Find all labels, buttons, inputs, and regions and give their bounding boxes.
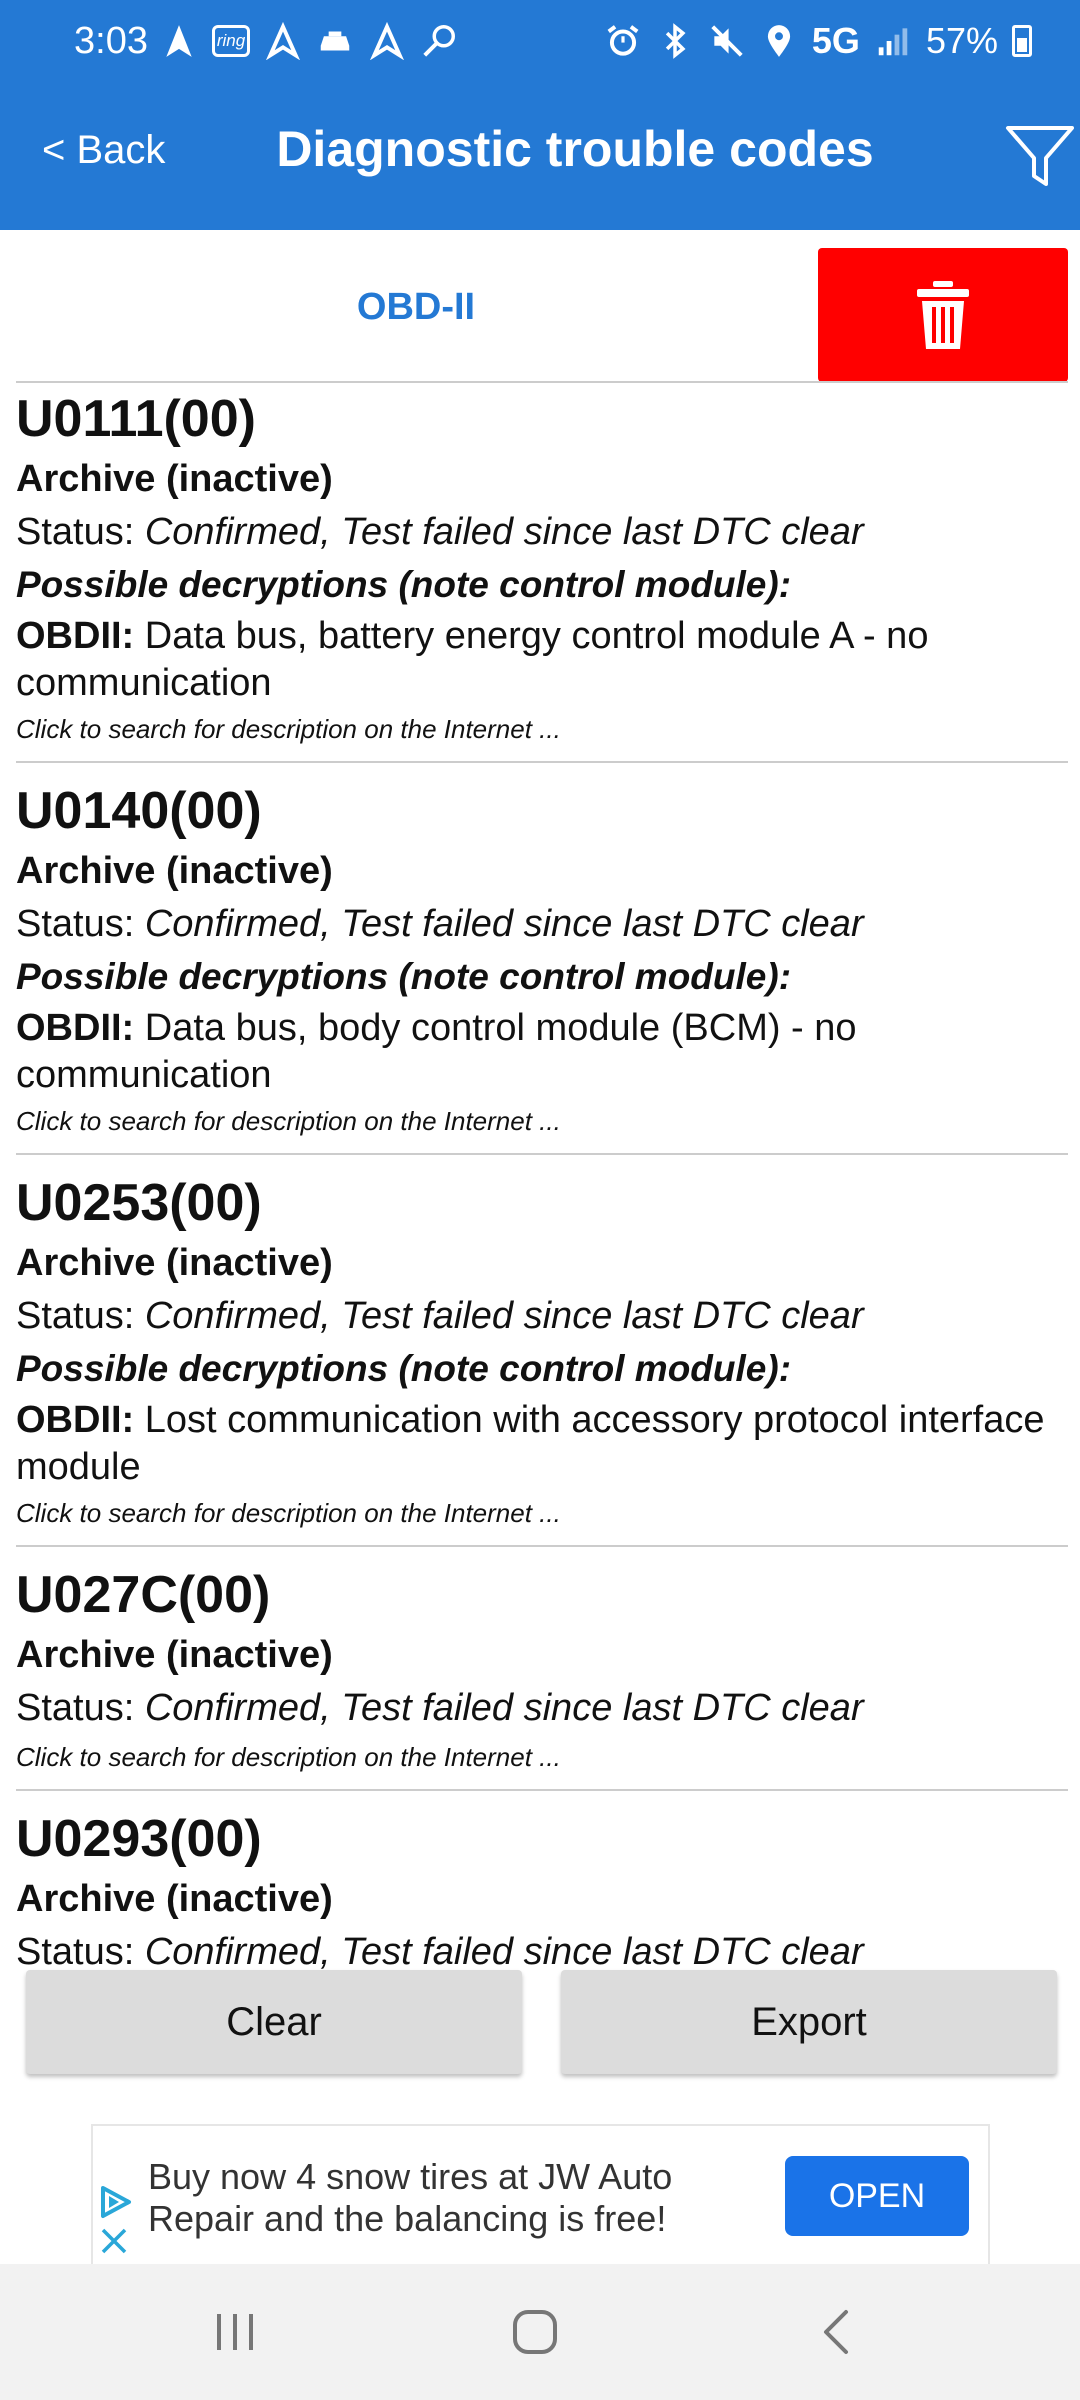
- navigation-arrow-outline-icon: [266, 22, 300, 60]
- search-internet-link[interactable]: Click to search for description on the I…: [16, 1737, 1068, 1777]
- status-label: Status:: [16, 511, 145, 553]
- delete-button[interactable]: [818, 248, 1068, 382]
- dtc-description: OBDII: Data bus, body control module (BC…: [16, 1005, 1068, 1099]
- search-internet-link[interactable]: Click to search for description on the I…: [16, 1101, 1068, 1141]
- desc-prefix: OBDII:: [16, 1007, 135, 1049]
- dtc-status: Status: Confirmed, Test failed since las…: [16, 1289, 1068, 1343]
- status-value: Confirmed, Test failed since last DTC cl…: [144, 1687, 864, 1729]
- dtc-item[interactable]: U0111(00) Archive (inactive) Status: Con…: [16, 385, 1068, 763]
- dtc-code: U0111(00): [16, 390, 256, 448]
- possible-decryptions-label: Possible decryptions (note control modul…: [16, 1348, 792, 1389]
- dtc-item[interactable]: U0140(00) Archive (inactive) Status: Con…: [16, 777, 1068, 1155]
- tab-row: OBD-II: [0, 230, 1080, 382]
- possible-decryptions-label: Possible decryptions (note control modul…: [16, 956, 792, 997]
- status-time: 3:03: [74, 20, 148, 62]
- system-icons: 5G 57%: [604, 20, 1032, 62]
- dtc-list: U0111(00) Archive (inactive) Status: Con…: [16, 385, 1068, 1991]
- status-label: Status:: [16, 903, 145, 945]
- search-internet-link[interactable]: Click to search for description on the I…: [16, 709, 1068, 749]
- status-label: Status:: [16, 1687, 145, 1729]
- desc-prefix: OBDII:: [16, 1399, 135, 1441]
- clear-button[interactable]: Clear: [26, 1970, 522, 2074]
- mute-icon: [711, 25, 743, 57]
- dtc-code: U0140(00): [16, 782, 262, 840]
- ring-app-label: ring: [216, 31, 246, 50]
- filter-icon[interactable]: [1000, 118, 1080, 190]
- dtc-item[interactable]: U0253(00) Archive (inactive) Status: Con…: [16, 1169, 1068, 1547]
- network-type: 5G: [811, 20, 860, 61]
- possible-decryptions-label: Possible decryptions (note control modul…: [16, 564, 792, 605]
- status-label: Status:: [16, 1931, 145, 1973]
- dtc-item[interactable]: U0293(00) Archive (inactive) Status: Con…: [16, 1805, 1068, 1991]
- status-value: Confirmed, Test failed since last DTC cl…: [144, 511, 864, 553]
- ad-open-button[interactable]: OPEN: [785, 2156, 969, 2236]
- dtc-state: Archive (inactive): [16, 1634, 333, 1676]
- home-icon[interactable]: [505, 2304, 565, 2360]
- navigation-arrow-outline-icon-2: [370, 22, 404, 60]
- dtc-state: Archive (inactive): [16, 458, 333, 500]
- ad-text[interactable]: Buy now 4 snow tires at JW Auto Repair a…: [148, 2156, 748, 2240]
- status-label: Status:: [16, 1295, 145, 1337]
- navigation-arrow-icon: [166, 25, 192, 57]
- desc-text: Data bus, battery energy control module …: [16, 615, 929, 704]
- bluetooth-icon: [665, 23, 686, 59]
- ad-banner[interactable]: Buy now 4 snow tires at JW Auto Repair a…: [91, 2124, 990, 2264]
- tab-obd-ii[interactable]: OBD-II: [16, 230, 816, 382]
- notification-icons: ring: [160, 22, 458, 60]
- location-icon: [767, 25, 790, 57]
- desc-prefix: OBDII:: [16, 615, 135, 657]
- recent-apps-icon[interactable]: [205, 2304, 265, 2360]
- status-bar: 3:03 ring 5G 57%: [0, 0, 1080, 90]
- export-button[interactable]: Export: [561, 1970, 1057, 2074]
- dtc-code: U027C(00): [16, 1566, 271, 1624]
- signal-icon: [878, 28, 908, 56]
- dtc-status: Status: Confirmed, Test failed since las…: [16, 1681, 1068, 1735]
- close-icon[interactable]: [99, 2226, 129, 2256]
- battery-percent: 57%: [925, 20, 998, 61]
- trash-icon: [917, 281, 969, 349]
- alarm-icon: [607, 25, 639, 56]
- back-nav-icon[interactable]: [808, 2304, 868, 2360]
- page-title: Diagnostic trouble codes: [276, 121, 874, 177]
- search-icon: [423, 25, 455, 57]
- dtc-status: Status: Confirmed, Test failed since las…: [16, 897, 1068, 951]
- dtc-description: OBDII: Lost communication with accessory…: [16, 1397, 1068, 1491]
- status-value: Confirmed, Test failed since last DTC cl…: [144, 1931, 864, 1973]
- dtc-state: Archive (inactive): [16, 1878, 333, 1920]
- dtc-state: Archive (inactive): [16, 850, 333, 892]
- status-value: Confirmed, Test failed since last DTC cl…: [144, 1295, 864, 1337]
- dtc-status: Status: Confirmed, Test failed since las…: [16, 505, 1068, 559]
- search-internet-link[interactable]: Click to search for description on the I…: [16, 1493, 1068, 1533]
- dtc-code: U0253(00): [16, 1174, 262, 1232]
- car-icon: [320, 31, 350, 51]
- system-nav-bar: [0, 2264, 1080, 2400]
- divider: [16, 381, 1068, 383]
- ad-choices-icon[interactable]: [97, 2184, 133, 2220]
- battery-icon: [1012, 25, 1032, 57]
- dtc-description: OBDII: Data bus, battery energy control …: [16, 613, 1068, 707]
- dtc-code: U0293(00): [16, 1810, 262, 1868]
- dtc-state: Archive (inactive): [16, 1242, 333, 1284]
- ring-app-icon: ring: [212, 25, 250, 57]
- desc-text: Lost communication with accessory protoc…: [16, 1399, 1045, 1488]
- status-value: Confirmed, Test failed since last DTC cl…: [144, 903, 864, 945]
- desc-text: Data bus, body control module (BCM) - no…: [16, 1007, 857, 1096]
- dtc-item[interactable]: U027C(00) Archive (inactive) Status: Con…: [16, 1561, 1068, 1791]
